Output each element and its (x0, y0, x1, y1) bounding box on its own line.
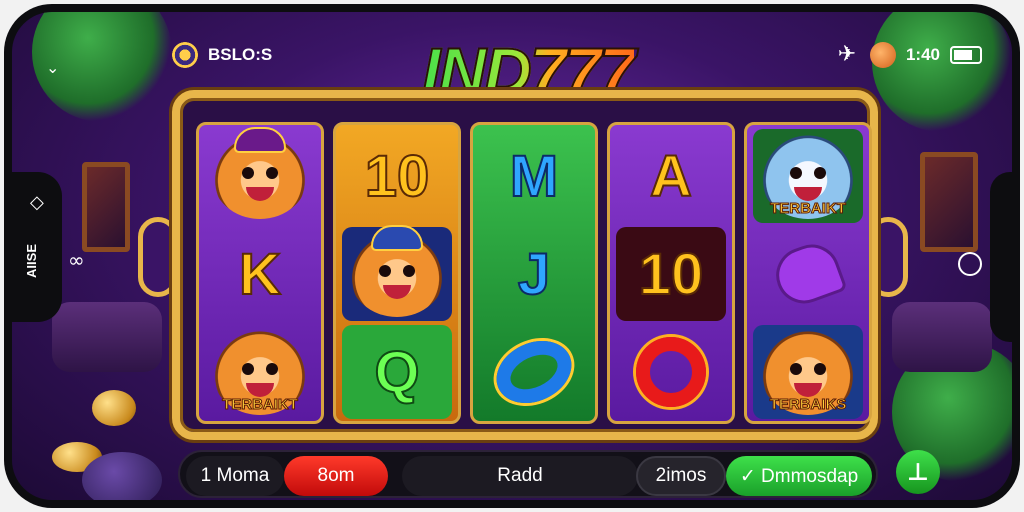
menu-icon[interactable]: ◇ (30, 192, 44, 213)
symbol-letter: K (238, 241, 282, 308)
reel-cell: M (479, 129, 589, 223)
purple-heart-icon (768, 236, 848, 312)
spin-button[interactable]: 8om (284, 456, 388, 496)
reel-cell (342, 225, 452, 321)
gold-coin (92, 390, 136, 426)
reel-4: A 10 (607, 122, 735, 424)
side-label: AIISE (24, 244, 39, 278)
reel-cell: TERBAIKT (205, 325, 315, 419)
reel-cell: TERBAIKT (753, 129, 863, 223)
center-button[interactable]: Radd (402, 456, 638, 496)
status-left-text: BSLO:S (208, 45, 273, 64)
control-bar: 1 Moma 8om Radd 2imos ✓ Dmmosdap (178, 450, 878, 498)
go-button[interactable]: ⊥ (896, 450, 940, 494)
reel-cell: 10 (616, 227, 726, 321)
reel-2: 10 Q (333, 122, 461, 424)
reel-cell: 10 (342, 129, 452, 223)
reel-3: M J (470, 122, 598, 424)
symbol-letter: J (517, 241, 551, 308)
battery-icon (950, 46, 982, 64)
tiger-king-icon (212, 127, 308, 219)
purple-gem (82, 452, 162, 500)
symbol-letter: Q (373, 339, 420, 406)
blue-gold-ring-icon (486, 329, 582, 415)
reel-cell (479, 325, 589, 419)
home-circle-icon[interactable] (958, 252, 982, 276)
red-ring-icon (636, 337, 706, 407)
chip-icon (869, 42, 896, 68)
symbol-letter: A (649, 143, 693, 210)
tiger-captain-icon (349, 225, 445, 317)
symbol-label: TERBAIKS (769, 396, 847, 414)
reel-cell (616, 325, 726, 419)
lines-button[interactable]: 2imos (636, 456, 726, 496)
reel-5: TERBAIKT TERBAIKS (744, 122, 872, 424)
symbol-label: TERBAIKT (222, 396, 299, 414)
reel-cell (753, 227, 863, 321)
status-bar-right: ✈ 1:40 (834, 40, 982, 70)
wall-painting-left (82, 162, 130, 252)
reel-cell: A (616, 129, 726, 223)
symbol-letter: M (509, 143, 559, 210)
sofa-left (52, 302, 162, 372)
device-frame: ⌄ BSLO:S ✈ 1:40 IND777 K TERBAIKT 10 Q M… (4, 4, 1020, 508)
reel-cell (205, 127, 315, 223)
symbol-label: TERBAIKT (770, 200, 847, 218)
reel-1: K TERBAIKT (196, 122, 324, 424)
palm-leaves-top-right (872, 12, 1012, 132)
clock-text: 1:40 (905, 45, 940, 64)
reel-cell: TERBAIKS (753, 325, 863, 419)
game-screen: ⌄ BSLO:S ✈ 1:40 IND777 K TERBAIKT 10 Q M… (12, 12, 1012, 500)
target-icon (172, 42, 198, 68)
bet-button[interactable]: 1 Moma (186, 456, 284, 496)
symbol-letter: 10 (364, 143, 431, 210)
infinity-icon[interactable]: ∞ (68, 248, 85, 272)
auto-play-button[interactable]: ✓ Dmmosdap (726, 456, 872, 496)
reel-cell: J (479, 227, 589, 321)
reel-cell: Q (342, 325, 452, 419)
side-notch-right (990, 172, 1012, 342)
wall-painting-right (920, 152, 978, 252)
symbol-letter: 10 (638, 241, 705, 308)
reel-frame: K TERBAIKT 10 Q M J A 10 TERBAIKT TERBAI… (172, 90, 878, 440)
chevron-down-icon[interactable]: ⌄ (46, 58, 59, 77)
status-bar-left: BSLO:S (172, 40, 272, 70)
airplane-icon: ✈ (837, 42, 857, 67)
sofa-right (892, 302, 992, 372)
reel-cell: K (205, 227, 315, 321)
